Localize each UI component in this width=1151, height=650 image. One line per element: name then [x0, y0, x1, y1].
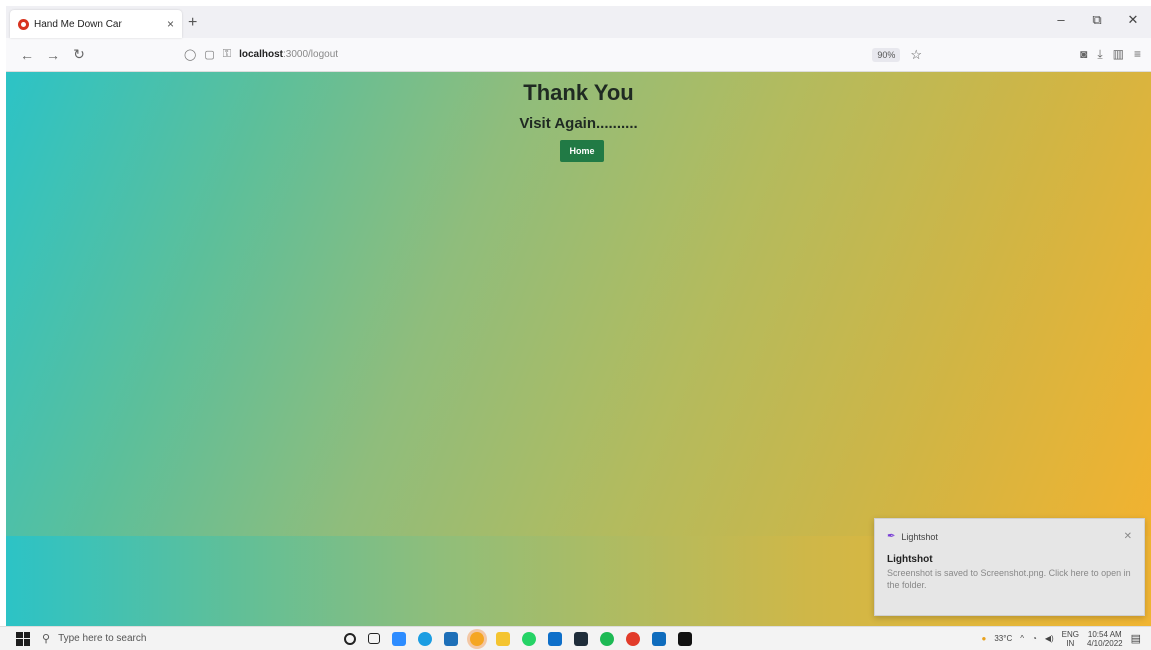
toolbar-actions: ◙ ⤓ ▥ ≡: [1080, 47, 1141, 62]
whatsapp-icon[interactable]: [522, 631, 536, 646]
close-window-button[interactable]: ✕: [1115, 12, 1151, 28]
reload-icon[interactable]: ↻: [68, 46, 90, 63]
tray-chevron-icon[interactable]: ^: [1020, 634, 1024, 643]
shield-icon[interactable]: ◯: [184, 48, 196, 61]
search-icon: ⚲: [42, 633, 51, 645]
site-favicon-icon: [18, 18, 29, 30]
new-tab-button[interactable]: +: [188, 14, 197, 32]
windows-taskbar: ⚲ Type here to search ● 33°C ^ ◔ ◀) ENG …: [0, 626, 1151, 650]
weather-temp[interactable]: 33°C: [994, 634, 1012, 643]
page-subtitle: Visit Again..........: [519, 115, 638, 132]
tomato-app-icon[interactable]: [626, 631, 640, 646]
url-host: localhost: [239, 49, 283, 60]
lightshot-notification[interactable]: ✒ Lightshot ✕ Lightshot Screenshot is sa…: [874, 518, 1145, 616]
system-tray: ● 33°C ^ ◔ ◀) ENG IN 10:54 AM 4/10/2022 …: [982, 630, 1151, 648]
cmd-icon[interactable]: [678, 631, 692, 646]
back-icon[interactable]: ←: [16, 47, 38, 63]
network-icon[interactable]: ◔: [1032, 634, 1037, 643]
notification-app-name: Lightshot: [901, 531, 938, 542]
home-button[interactable]: Home: [560, 140, 604, 162]
bookmark-star-icon[interactable]: ☆: [910, 47, 922, 63]
chrome-icon[interactable]: [470, 631, 484, 646]
search-placeholder: Type here to search: [58, 633, 147, 644]
address-bar[interactable]: ◯ ▢ ⚿ localhost :3000/logout 90% ☆: [184, 42, 1072, 68]
downloads-icon[interactable]: ⤓: [1097, 47, 1102, 62]
url-path: :3000/logout: [283, 49, 339, 60]
tab-strip: Hand Me Down Car × + – ⧉ ✕: [6, 6, 1151, 38]
minimize-button[interactable]: –: [1043, 12, 1079, 28]
zoom-app-icon[interactable]: [392, 631, 406, 646]
close-tab-icon[interactable]: ×: [167, 17, 174, 31]
feather-icon: ✒: [887, 531, 896, 542]
cortana-icon[interactable]: [344, 632, 356, 645]
clock[interactable]: 10:54 AM 4/10/2022: [1087, 630, 1123, 648]
volume-icon[interactable]: ◀): [1045, 634, 1054, 643]
maximize-button[interactable]: ⧉: [1079, 12, 1115, 28]
notification-header: ✒ Lightshot ✕: [875, 519, 1144, 542]
weather-icon[interactable]: ●: [982, 634, 987, 643]
window-controls: – ⧉ ✕: [1043, 12, 1151, 28]
browser-tab[interactable]: Hand Me Down Car ×: [10, 10, 182, 38]
mail-icon[interactable]: [444, 631, 458, 646]
language-indicator[interactable]: ENG IN: [1062, 630, 1079, 648]
terminal-icon[interactable]: [574, 631, 588, 646]
tab-title: Hand Me Down Car: [34, 18, 122, 30]
edge-icon[interactable]: [418, 631, 432, 646]
outlook-icon[interactable]: [652, 631, 666, 646]
taskbar-search[interactable]: ⚲ Type here to search: [42, 632, 312, 645]
page-icon: ▢: [204, 49, 215, 61]
notification-title: Lightshot: [887, 554, 933, 565]
file-explorer-icon[interactable]: [496, 631, 510, 646]
permissions-icon[interactable]: ⚿: [223, 48, 231, 61]
spotify-icon[interactable]: [600, 631, 614, 646]
task-view-icon[interactable]: [368, 633, 380, 644]
notification-body[interactable]: Screenshot is saved to Screenshot.png. C…: [875, 565, 1144, 591]
language-code: ENG: [1061, 629, 1079, 639]
windows-start-icon[interactable]: [16, 631, 30, 646]
zoom-indicator[interactable]: 90%: [872, 47, 901, 62]
notifications-icon[interactable]: ▤: [1131, 632, 1141, 645]
pocket-icon[interactable]: ◙: [1080, 47, 1087, 62]
clock-time: 10:54 AM: [1087, 629, 1122, 639]
region-code: IN: [1066, 638, 1075, 648]
library-icon[interactable]: ▥: [1113, 47, 1124, 62]
page-title: Thank You: [523, 80, 634, 105]
navigation-toolbar: ← → ↻ ◯ ▢ ⚿ localhost :3000/logout 90% ☆…: [6, 38, 1151, 72]
menu-icon[interactable]: ≡: [1134, 47, 1141, 62]
teamviewer-icon[interactable]: [548, 631, 562, 646]
forward-icon[interactable]: →: [42, 47, 64, 63]
clock-date: 4/10/2022: [1087, 638, 1123, 648]
taskbar-apps: [344, 631, 692, 646]
close-notification-icon[interactable]: ✕: [1124, 531, 1132, 542]
